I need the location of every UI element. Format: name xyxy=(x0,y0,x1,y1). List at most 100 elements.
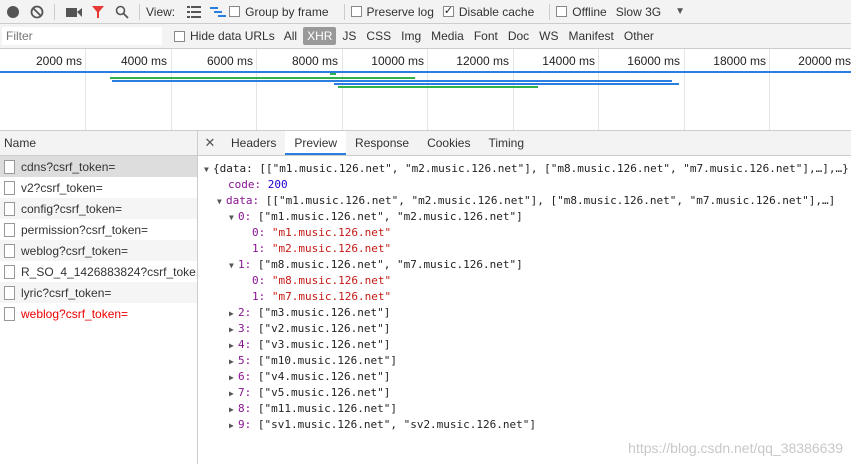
request-row[interactable]: cdns?csrf_token= xyxy=(0,156,197,177)
collapsed-triangle-icon[interactable]: ▶ xyxy=(229,338,238,354)
tree-node-entry[interactable]: ▶ 9: ["sv1.music.126.net", "sv2.music.126… xyxy=(229,417,536,434)
collapsed-triangle-icon[interactable]: ▶ xyxy=(229,322,238,338)
screenshot-icon[interactable] xyxy=(63,1,85,23)
waterfall-icon[interactable] xyxy=(207,1,229,23)
close-icon[interactable]: ✕ xyxy=(198,135,222,151)
tick-label: 6000 ms xyxy=(206,54,253,68)
collapsed-triangle-icon[interactable]: ▶ xyxy=(229,418,238,434)
offline-box[interactable] xyxy=(556,6,568,17)
grid-line xyxy=(769,49,770,130)
leaf-value: "m7.music.126.net" xyxy=(271,290,392,303)
chevron-down-icon[interactable]: ▼ xyxy=(675,6,685,17)
request-name: weblog?csrf_token= xyxy=(21,243,129,258)
entry-index: 6: xyxy=(238,370,252,383)
tree-node-entry[interactable]: ▼ 0: ["m1.music.126.net", "m2.music.126.n… xyxy=(229,209,523,226)
preserve-log-checkbox[interactable]: Preserve log xyxy=(350,5,434,19)
filter-type-font[interactable]: Font xyxy=(470,27,502,45)
expanded-triangle-icon[interactable]: ▼ xyxy=(229,258,238,274)
tree-node-entry[interactable]: ▶ 7: ["v5.music.126.net"] xyxy=(229,385,390,402)
tab-preview[interactable]: Preview xyxy=(285,131,347,155)
tick-label: 10000 ms xyxy=(371,54,424,68)
disable-cache-checkbox[interactable]: Disable cache xyxy=(442,4,535,19)
collapsed-triangle-icon[interactable]: ▶ xyxy=(229,370,238,386)
filter-type-doc[interactable]: Doc xyxy=(504,27,533,45)
request-row[interactable]: weblog?csrf_token= xyxy=(0,240,197,261)
filter-type-other[interactable]: Other xyxy=(620,27,658,45)
tree-node-entry[interactable]: ▶ 8: ["m11.music.126.net"] xyxy=(229,401,397,418)
collapsed-triangle-icon[interactable]: ▶ xyxy=(229,386,238,402)
tab-response[interactable]: Response xyxy=(346,131,418,155)
tree-node-data[interactable]: ▼ data: [["m1.music.126.net", "m2.music.1… xyxy=(217,193,835,210)
grid-line xyxy=(256,49,257,130)
tree-node-entry[interactable]: ▼ 1: ["m8.music.126.net", "m7.music.126.n… xyxy=(229,257,523,274)
collapsed-triangle-icon[interactable]: ▶ xyxy=(229,402,238,418)
collapsed-triangle-icon[interactable]: ▶ xyxy=(229,306,238,322)
filter-input[interactable] xyxy=(2,27,162,45)
grid-line xyxy=(513,49,514,130)
request-name: weblog?csrf_token= xyxy=(21,306,129,321)
tab-headers[interactable]: Headers xyxy=(222,131,285,155)
entry-index: 5: xyxy=(238,354,252,367)
filter-type-all[interactable]: All xyxy=(280,27,301,45)
filter-type-ws[interactable]: WS xyxy=(535,27,562,45)
search-icon[interactable] xyxy=(111,1,133,23)
disable-cache-box[interactable] xyxy=(442,4,454,17)
request-row[interactable]: R_SO_4_1426883824?csrf_toke... xyxy=(0,261,197,282)
leaf-key: 0: xyxy=(252,226,266,239)
entry-summary: ["m8.music.126.net", "m7.music.126.net"] xyxy=(257,258,523,271)
request-row[interactable]: lyric?csrf_token= xyxy=(0,282,197,303)
filter-icon[interactable] xyxy=(87,1,109,23)
entry-summary: ["m3.music.126.net"] xyxy=(257,306,391,319)
filter-type-js[interactable]: JS xyxy=(338,27,360,45)
clear-icon[interactable] xyxy=(26,1,48,23)
group-by-frame-box[interactable] xyxy=(229,6,241,17)
tree-leaf: 0: "m1.music.126.net" xyxy=(252,225,391,241)
request-row[interactable]: permission?csrf_token= xyxy=(0,219,197,240)
preserve-log-box[interactable] xyxy=(350,6,362,17)
request-row[interactable]: config?csrf_token= xyxy=(0,198,197,219)
name-column-header[interactable]: Name xyxy=(0,131,197,156)
entry-summary: ["m10.music.126.net"] xyxy=(257,354,397,367)
tick-label: 2000 ms xyxy=(35,54,82,68)
request-name: permission?csrf_token= xyxy=(21,222,149,237)
filter-type-img[interactable]: Img xyxy=(397,27,425,45)
throttle-select[interactable]: Slow 3G xyxy=(616,5,661,19)
tab-cookies[interactable]: Cookies xyxy=(418,131,479,155)
entry-summary: ["m1.music.126.net", "m2.music.126.net"] xyxy=(257,210,523,223)
group-by-frame-checkbox[interactable]: Group by frame xyxy=(229,5,329,19)
timeline-overview[interactable]: 2000 ms 4000 ms 6000 ms 8000 ms 10000 ms… xyxy=(0,49,851,131)
entry-index: 7: xyxy=(238,386,252,399)
expanded-triangle-icon[interactable]: ▼ xyxy=(204,162,213,178)
entry-summary: ["v4.music.126.net"] xyxy=(257,370,391,383)
expanded-triangle-icon[interactable]: ▼ xyxy=(217,194,226,210)
entry-index: 9: xyxy=(238,418,252,431)
tick-label: 18000 ms xyxy=(713,54,766,68)
tree-node-entry[interactable]: ▶ 4: ["v3.music.126.net"] xyxy=(229,337,390,354)
offline-checkbox[interactable]: Offline xyxy=(556,5,607,19)
hide-data-urls-checkbox[interactable]: Hide data URLs xyxy=(174,29,275,43)
tree-node-entry[interactable]: ▶ 3: ["v2.music.126.net"] xyxy=(229,321,390,338)
disable-cache-label: Disable cache xyxy=(458,4,535,19)
tree-node-entry[interactable]: ▶ 2: ["m3.music.126.net"] xyxy=(229,305,390,322)
filter-type-xhr[interactable]: XHR xyxy=(303,27,337,45)
collapsed-triangle-icon[interactable]: ▶ xyxy=(229,354,238,370)
tree-root[interactable]: ▼ {data: [["m1.music.126.net", "m2.music.… xyxy=(204,161,849,178)
filter-type-manifest[interactable]: Manifest xyxy=(565,27,618,45)
code-key: code: xyxy=(228,178,262,191)
watermark: https://blog.csdn.net/qq_38386639 xyxy=(628,440,843,456)
tree-node-entry[interactable]: ▶ 6: ["v4.music.126.net"] xyxy=(229,369,390,386)
leaf-key: 1: xyxy=(252,242,266,255)
root-summary: {data: [["m1.music.126.net", "m2.music.1… xyxy=(213,162,849,175)
request-row[interactable]: v2?csrf_token= xyxy=(0,177,197,198)
expanded-triangle-icon[interactable]: ▼ xyxy=(229,210,238,226)
large-rows-icon[interactable] xyxy=(183,1,205,23)
tree-node-entry[interactable]: ▶ 5: ["m10.music.126.net"] xyxy=(229,353,397,370)
tick-label: 8000 ms xyxy=(291,54,338,68)
entry-summary: ["v2.music.126.net"] xyxy=(257,322,391,335)
tab-timing[interactable]: Timing xyxy=(479,131,533,155)
hide-data-urls-box[interactable] xyxy=(174,30,185,42)
filter-type-css[interactable]: CSS xyxy=(362,27,395,45)
request-row[interactable]: weblog?csrf_token= xyxy=(0,303,197,324)
filter-type-media[interactable]: Media xyxy=(427,27,468,45)
record-icon[interactable] xyxy=(2,1,24,23)
